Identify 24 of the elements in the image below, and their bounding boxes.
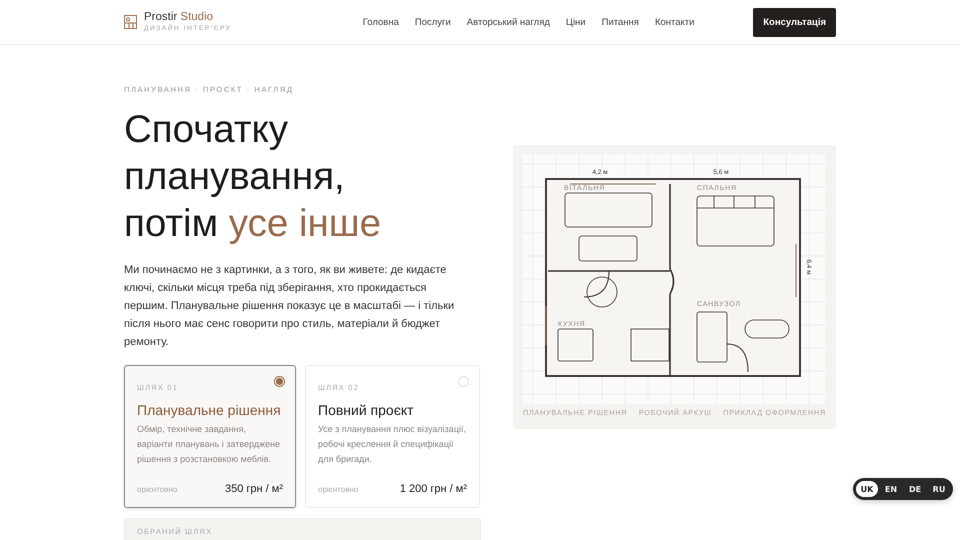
nav-link[interactable]: Контакти	[654, 16, 694, 28]
nav-link[interactable]: Головна	[362, 16, 399, 28]
path-title: Планувальне рішення	[137, 402, 282, 418]
logo-name[interactable]: Prostir Studio	[144, 11, 232, 24]
consultation-button[interactable]: Консультація	[753, 8, 836, 36]
language-button[interactable]: EN	[880, 481, 902, 497]
language-button[interactable]: UK	[856, 481, 878, 497]
radio-button[interactable]	[274, 376, 285, 387]
floorplan-logo-icon	[124, 15, 137, 29]
path-title: Повний проєкт	[318, 402, 415, 418]
nav-link[interactable]: Авторський нагляд	[466, 16, 550, 28]
price-note: орієнтовно	[137, 485, 178, 494]
path-description: Усе з планування плюс візуалізації, робочі креслення й специфікації для бригади.	[318, 423, 467, 466]
nav-link[interactable]: Послуги	[414, 16, 451, 28]
intro-paragraph: Ми починаємо не з картинки, а з того, як ви живете: де кидаєте ключі, скільки місця треба під зберігання, хто прокидається першим. Планувальне рішення показує це в масштабі — і тільки після нього має сенс говорити про стиль, матеріали й бюджет ремонту.	[124, 263, 456, 350]
nav-link[interactable]: Ціни	[566, 16, 586, 28]
price: 350 грн / м²	[224, 483, 283, 495]
price-note: орієнтовно	[318, 485, 358, 494]
language-button[interactable]: DE	[904, 481, 926, 497]
hero-heading: Спочатку планування, потім усе інше	[124, 107, 382, 247]
price: 1 200 грн / м²	[400, 483, 467, 495]
language-button[interactable]: RU	[928, 481, 950, 497]
nav-link[interactable]: Питання	[602, 16, 639, 28]
path-description: Обмір, технічне завдання, варіанти планувань і затверджене рішення з розстановкою меблів.	[137, 423, 282, 466]
